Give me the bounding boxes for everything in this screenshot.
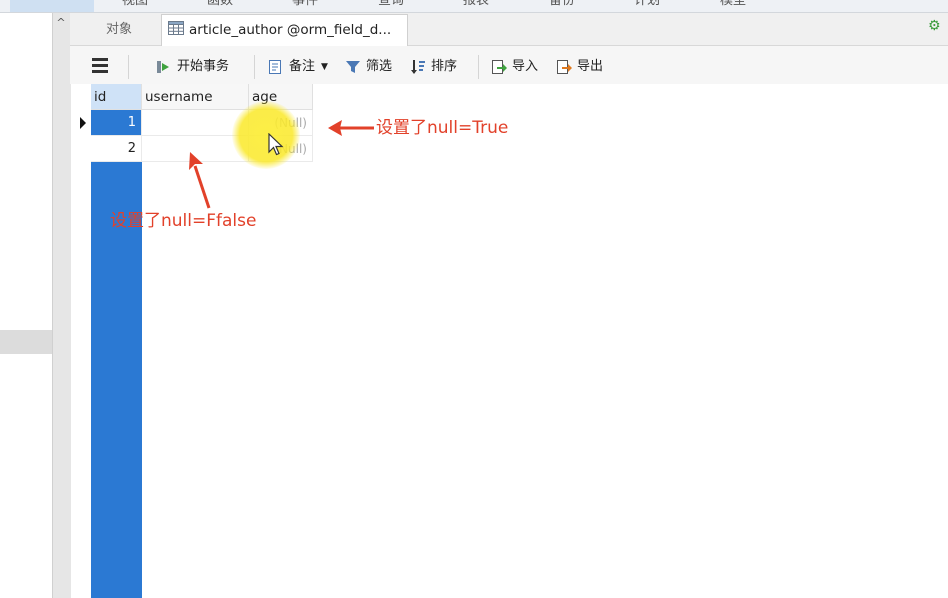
menu-item-view[interactable]: 视图 xyxy=(122,0,148,9)
import-label: 导入 xyxy=(512,59,539,74)
menu-item-active[interactable] xyxy=(10,0,94,12)
sort-label: 排序 xyxy=(431,59,458,74)
table-cell-id[interactable]: 2 xyxy=(91,136,142,162)
filter-button[interactable]: 筛选 xyxy=(345,57,392,77)
filter-icon xyxy=(346,61,360,73)
filter-label: 筛选 xyxy=(366,59,393,74)
annotation-null-false: 设置了null=Ffalse xyxy=(110,211,257,231)
annotation-arrow-left-icon xyxy=(328,120,374,136)
import-icon xyxy=(492,60,507,74)
menu-item-query[interactable]: 查询 xyxy=(378,0,404,9)
menu-item-schedule[interactable]: 计划 xyxy=(634,0,660,9)
column-header-id[interactable]: id xyxy=(91,84,142,110)
transaction-icon xyxy=(157,61,169,73)
dropdown-arrow-icon[interactable]: ▼ xyxy=(321,57,328,77)
menu-item-backup[interactable]: 备份 xyxy=(549,0,575,9)
toolbar-separator xyxy=(128,55,129,79)
menu-item-report[interactable]: 报表 xyxy=(463,0,489,9)
current-row-icon xyxy=(76,110,91,136)
menu-icon[interactable] xyxy=(92,58,108,73)
note-icon xyxy=(269,60,281,74)
import-button[interactable]: 导入 xyxy=(491,57,538,77)
cursor-highlight xyxy=(232,101,300,169)
note-button[interactable]: 备注 ▼ xyxy=(267,57,328,77)
export-icon xyxy=(557,60,572,74)
annotation-arrow-up-icon xyxy=(189,152,211,209)
toolbar-separator xyxy=(478,55,479,79)
menu-item-model[interactable]: 模型 xyxy=(720,0,746,9)
tab-active-label: article_author @orm_field_d... xyxy=(189,22,392,38)
menu-item-function[interactable]: 函数 xyxy=(207,0,233,9)
table-icon xyxy=(168,21,184,35)
menu-item-event[interactable]: 事件 xyxy=(292,0,318,9)
export-label: 导出 xyxy=(577,59,604,74)
tab-objects[interactable]: 对象 xyxy=(80,15,158,45)
annotation-null-true: 设置了null=True xyxy=(376,118,509,138)
navigation-selected-item[interactable] xyxy=(0,330,52,354)
scroll-up-icon[interactable]: ^ xyxy=(52,13,70,33)
sort-button[interactable]: 排序 xyxy=(410,57,457,77)
mouse-cursor-icon xyxy=(268,133,284,156)
begin-transaction-label: 开始事务 xyxy=(177,59,230,74)
table-cell-id[interactable]: 1 xyxy=(91,110,142,136)
navigation-scrollbar[interactable] xyxy=(52,13,71,598)
sort-icon xyxy=(411,60,425,74)
toolbar-separator xyxy=(254,55,255,79)
note-label: 备注 xyxy=(289,59,316,74)
connection-icon[interactable]: ⚙ xyxy=(928,18,948,38)
begin-transaction-button[interactable]: 开始事务 xyxy=(155,57,229,77)
navigation-panel xyxy=(0,13,52,598)
column-header-username[interactable]: username xyxy=(142,84,249,110)
export-button[interactable]: 导出 xyxy=(556,57,603,77)
